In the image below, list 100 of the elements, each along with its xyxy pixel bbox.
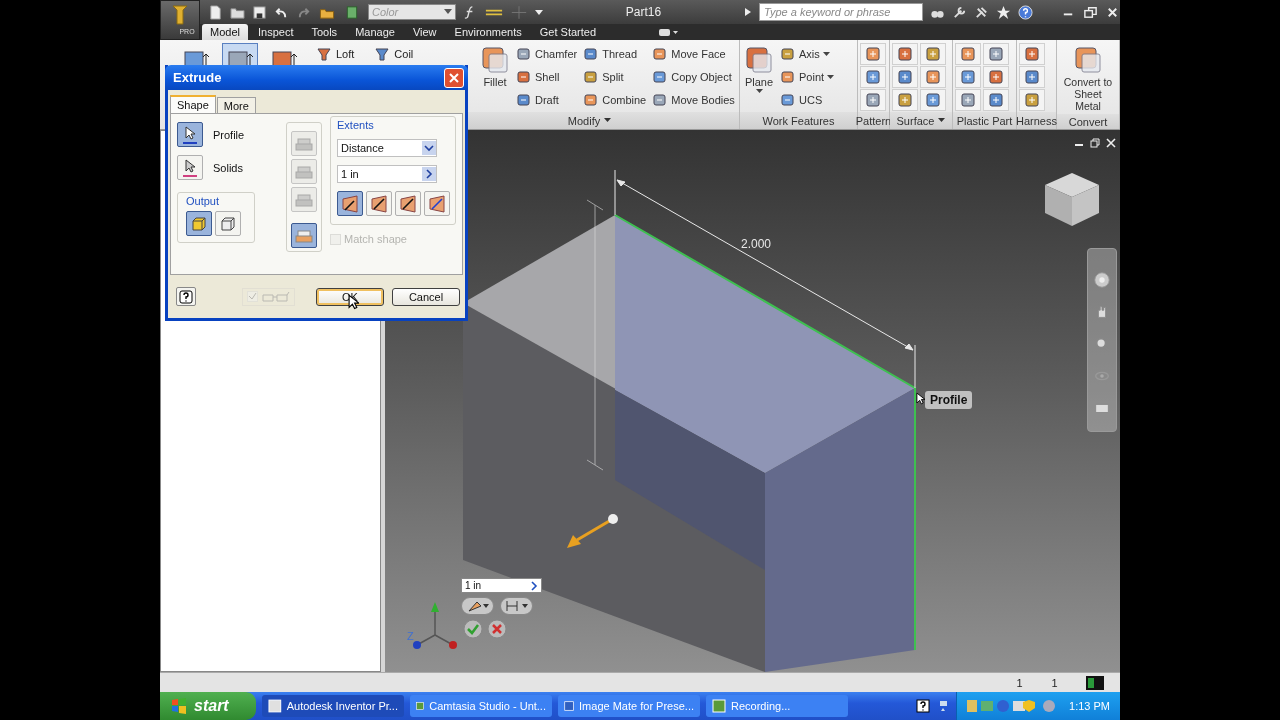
ribbon-button[interactable]: Axis [778,43,837,65]
ribbon-button[interactable]: Coil [368,43,420,65]
close-button[interactable] [444,67,464,88]
tool-icon [1024,69,1040,85]
steering-wheel-icon[interactable] [1093,271,1111,289]
caret-icon[interactable] [938,118,946,123]
ribbon-button[interactable]: Move Bodies [650,89,737,111]
panel-title: Pattern [855,114,892,127]
direction-icon [340,193,360,214]
ribbon-button[interactable]: UCS [778,89,837,111]
tooltip: Profile [925,391,973,409]
check-icon[interactable] [463,619,483,639]
app-icon [416,699,425,713]
windows-flag-icon [170,697,188,715]
extents-button[interactable] [500,597,533,615]
help-icon[interactable] [916,699,931,713]
taskbar-button[interactable]: Camtasia Studio - Unt... [410,695,552,717]
tool-icon [583,46,600,62]
dialog-tab[interactable]: Shape [170,95,216,113]
ribbon-button[interactable]: Thread [581,43,649,65]
ribbon-tab[interactable]: Environments [446,24,530,40]
ribbon-button[interactable]: Loft [310,43,361,65]
tool-icon [652,92,669,108]
operation-button[interactable] [291,223,318,248]
direction-button[interactable] [424,191,450,216]
restore-icon[interactable] [1090,138,1100,148]
ribbon-button[interactable]: Point [778,66,837,88]
save-icon[interactable] [252,4,267,20]
operation-icon [295,191,314,208]
selector-button[interactable] [177,122,203,147]
help-button[interactable] [176,287,196,306]
status-count: 1 [1050,676,1059,689]
dimension-value[interactable]: 2.000 [741,237,772,251]
search-field[interactable]: Type a keyword or phrase [759,3,923,21]
ribbon-tab[interactable]: Model [202,24,248,40]
distance-field[interactable]: 1 in [337,165,437,183]
tool-icon [988,46,1004,62]
direction-icon [398,193,418,214]
close-icon[interactable] [1106,138,1116,148]
ribbon-button[interactable]: Copy Object [650,66,737,88]
ribbon-tab[interactable]: Inspect [249,24,302,40]
caret-icon [755,89,763,94]
panel-title: Harness [1016,114,1057,127]
ribbon-tab[interactable]: Get Started [531,24,605,40]
ribbon-tab[interactable]: View [404,24,445,40]
camera-icon[interactable] [658,27,679,37]
distance-icon [504,599,529,613]
tool-icon [1073,45,1103,75]
ribbon-button[interactable]: Plane [742,43,776,96]
tool-icon [516,69,532,85]
ribbon-button[interactable]: Combine [581,89,649,111]
tool-icon [897,92,913,108]
view-cube[interactable] [1045,173,1099,226]
star-icon[interactable] [996,4,1011,20]
output-button[interactable] [186,211,212,236]
taskbar-button[interactable]: Recording... [706,695,848,717]
app-icon [268,699,282,713]
caret-icon[interactable] [535,8,543,16]
ribbon-tab[interactable]: Tools [303,24,346,40]
chevron-icon [530,580,538,591]
ribbon-tab[interactable]: Manage [347,24,403,40]
operation-icon [295,135,314,152]
ribbon-button[interactable]: Convert to Sheet Metal [1059,43,1117,114]
tool-icon [583,92,600,108]
direction-button[interactable] [461,597,494,615]
tool-icon [925,69,941,85]
ribbon-button[interactable]: Fillet [478,43,512,90]
dialog-tab[interactable]: More [216,97,256,113]
distance-field[interactable]: 1 in [461,578,542,593]
caret-icon[interactable] [604,118,612,123]
ribbon-button[interactable]: Shell [514,66,580,88]
output-button[interactable] [215,211,241,236]
wrench-icon[interactable] [952,4,967,20]
ribbon-button[interactable]: Split [581,66,649,88]
direction-button[interactable] [366,191,392,216]
tool-icon [516,46,532,62]
tool-icon [925,46,941,62]
taskbar-button[interactable]: Image Mate for Prese... [558,695,700,717]
ribbon-button[interactable]: Chamfer [514,43,580,65]
direction-button[interactable] [395,191,421,216]
direction-icon [427,193,447,214]
ribbon-button[interactable]: Move Face [650,43,737,65]
tool-icon [780,92,796,108]
chevron-icon[interactable] [422,167,436,181]
status-icon [1086,675,1104,690]
ribbon-button[interactable]: Draft [514,89,580,111]
pointer-icon [181,124,199,145]
direction-arrow[interactable] [567,514,618,548]
dialog-button[interactable]: Cancel [392,287,460,306]
selector-button[interactable] [177,155,203,180]
taskbar-button[interactable]: Autodesk Inventor Pr... [262,695,404,717]
extents-dropdown[interactable]: Distance [337,139,437,157]
dialog-title: Extrude [173,70,222,85]
caret-icon[interactable] [744,8,752,16]
tool-icon [480,45,510,75]
pointer-icon [181,157,199,178]
direction-button[interactable] [337,191,363,216]
tool-icon [1024,92,1040,108]
new-file-icon[interactable] [208,4,223,20]
restore-icon[interactable] [1083,4,1098,20]
